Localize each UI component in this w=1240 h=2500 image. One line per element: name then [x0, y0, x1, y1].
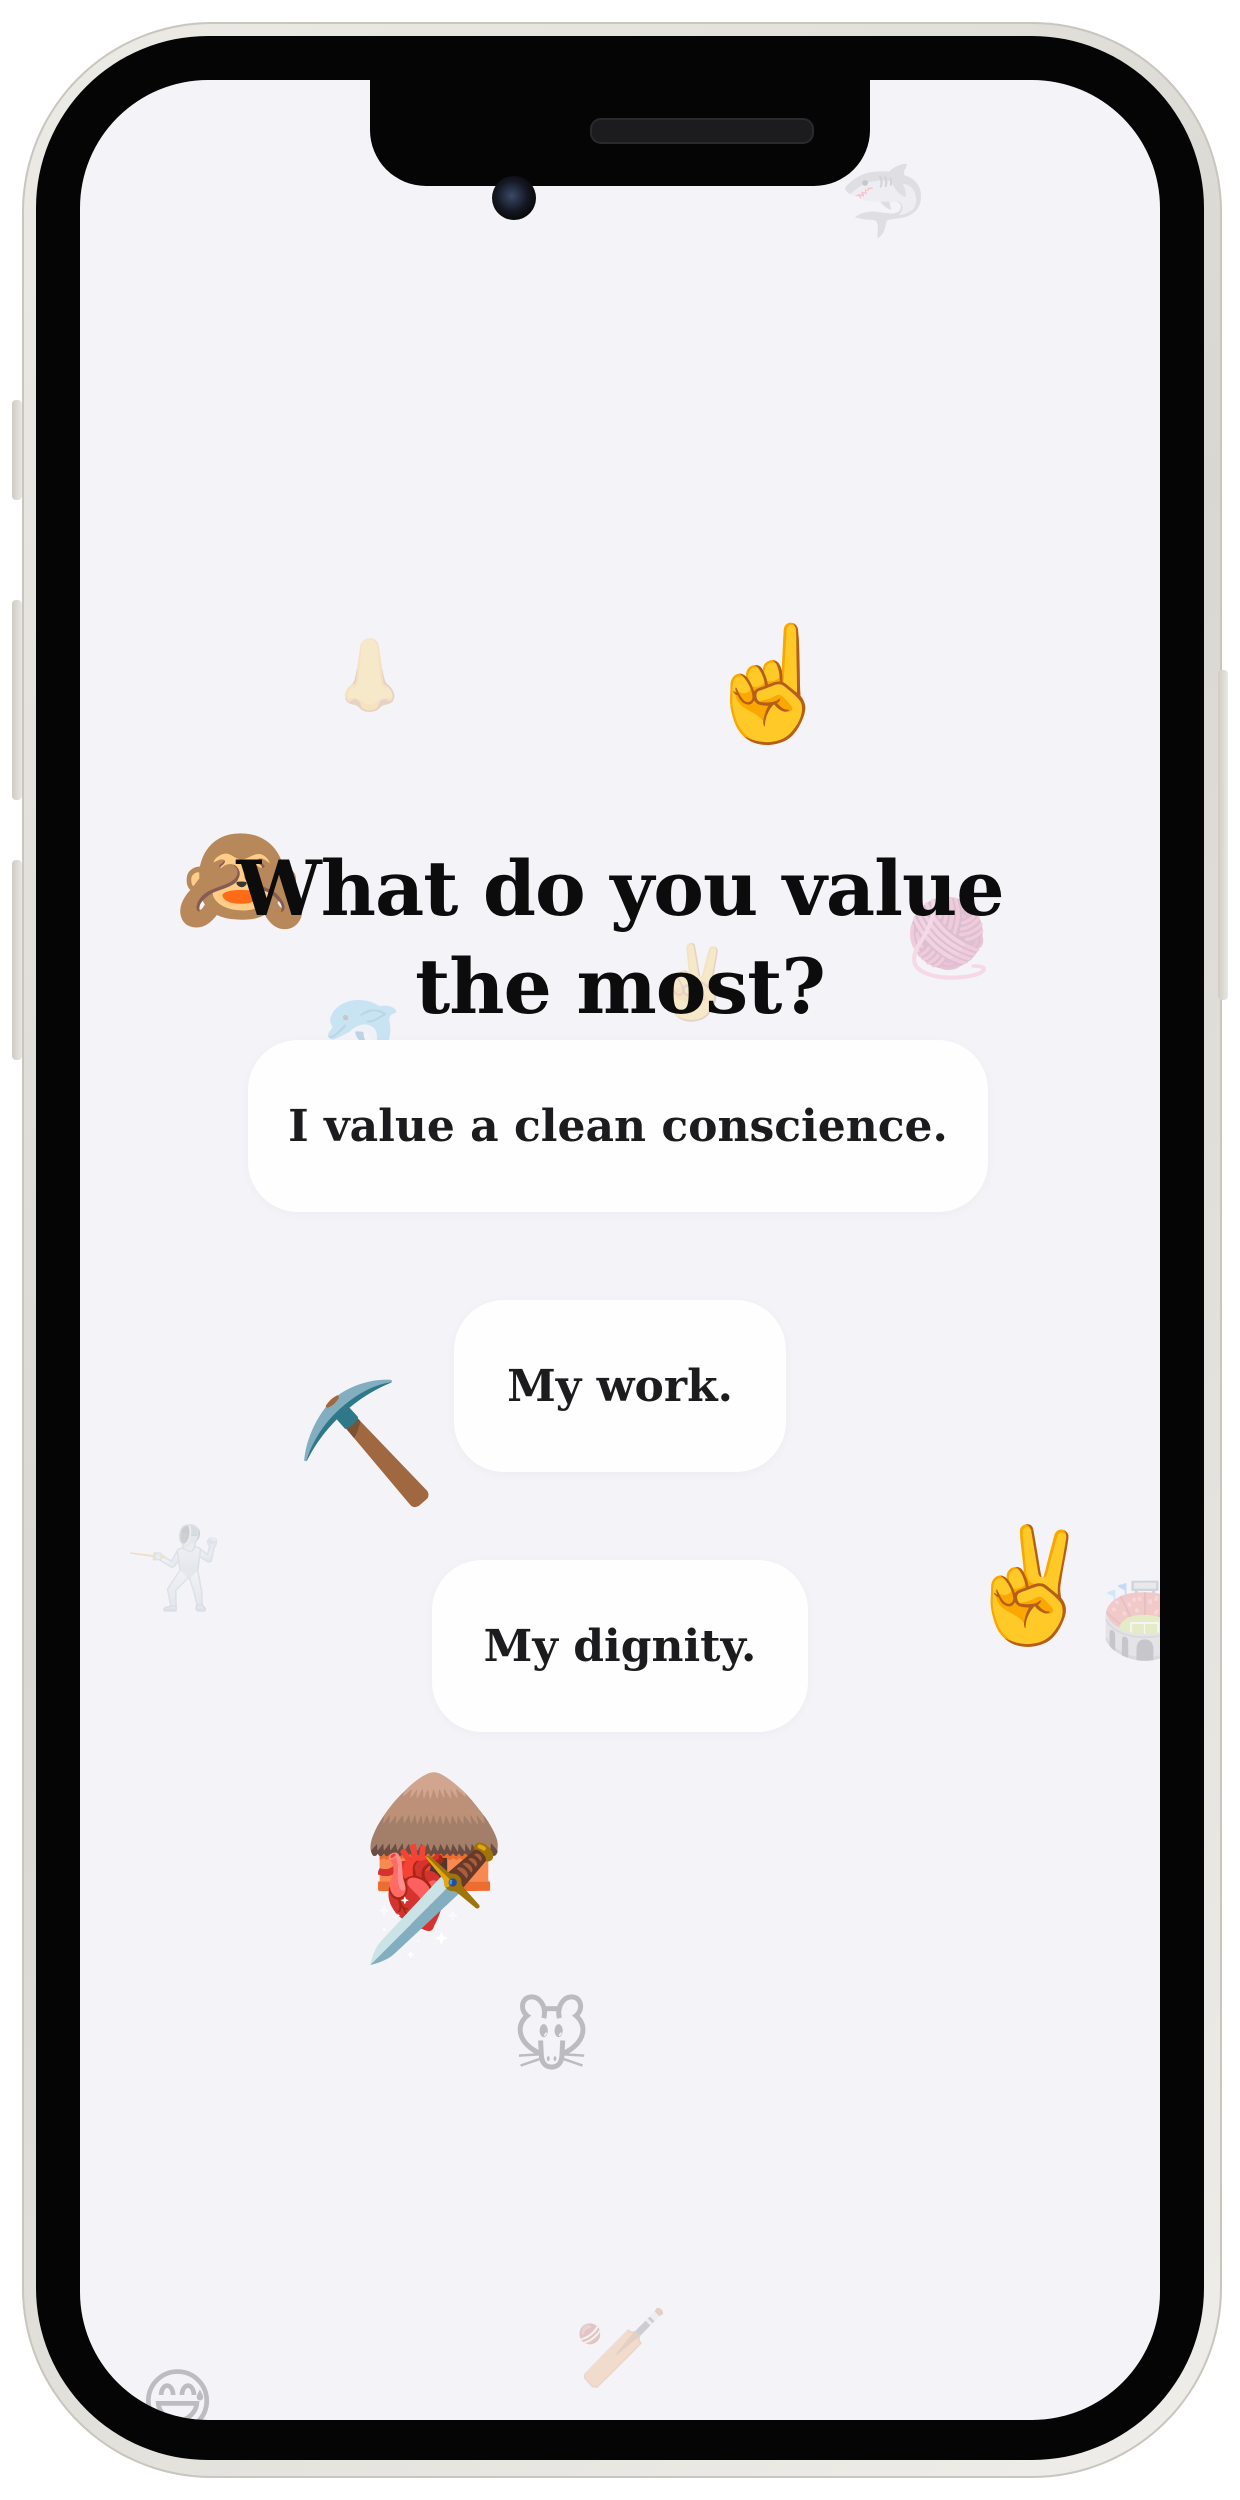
answer-label: My work. — [507, 1360, 733, 1412]
question-title-line-2: the most? — [415, 942, 826, 1031]
sweat-smile-emoji: 😅 — [140, 2360, 216, 2420]
mouse-face-emoji: 🐭 — [512, 1993, 592, 2082]
earpiece-speaker — [590, 118, 814, 144]
person-fencing-emoji: 🤺 — [124, 1521, 224, 1614]
answer-clean-conscience-button[interactable]: I value a clean conscience. — [248, 1040, 988, 1212]
victory-hand-emoji: ✌️ — [960, 1521, 1100, 1651]
answer-my-work-button[interactable]: My work. — [454, 1300, 786, 1472]
volume-down-button — [12, 860, 22, 1060]
nose-emoji: 👃 — [326, 634, 414, 716]
question-title: What do you value the most? — [80, 840, 1160, 1036]
dagger-emoji: 🗡️ — [362, 1839, 502, 1969]
volume-up-button — [12, 600, 22, 800]
pick-emoji: ⛏️ — [294, 1376, 439, 1511]
question-title-line-1: What do you value — [236, 844, 1004, 933]
index-pointing-up-emoji: ☝️ — [700, 619, 840, 749]
front-camera — [492, 176, 536, 220]
silent-switch — [12, 400, 22, 500]
shark-emoji: 🦈 — [840, 160, 928, 242]
power-button — [1218, 670, 1228, 1000]
app-screen: 🦈 👃 ☝️ 🙈 ✌️ 🧶 🐬 What do you value the mos… — [80, 80, 1160, 2420]
answer-label: My dignity. — [483, 1620, 757, 1672]
stadium-emoji: 🏟️ — [1100, 1578, 1160, 1662]
cricket-emoji: 🏏 — [574, 2303, 669, 2392]
answer-my-dignity-button[interactable]: My dignity. — [432, 1560, 808, 1732]
answer-label: I value a clean conscience. — [288, 1100, 948, 1152]
